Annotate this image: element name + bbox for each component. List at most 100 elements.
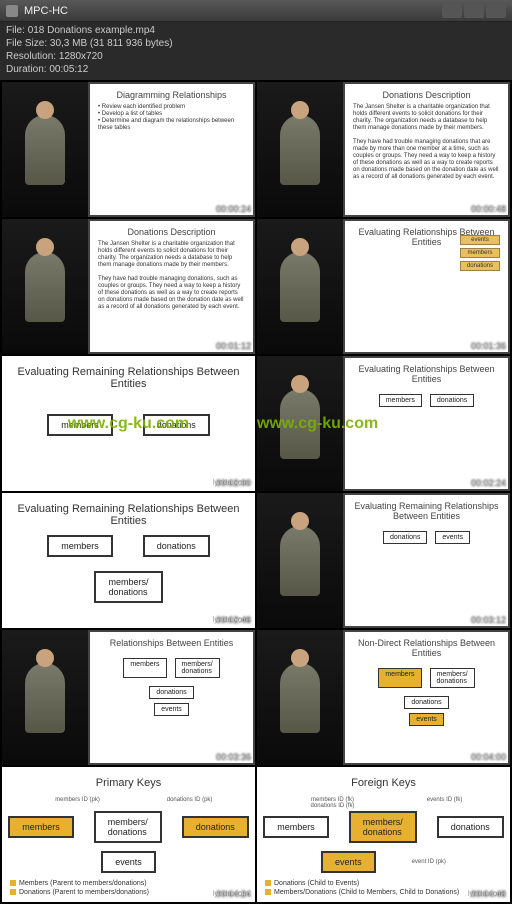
side-entity: events — [460, 235, 500, 245]
file-metadata: File: 018 Donations example.mp4 File Siz… — [0, 22, 512, 80]
entity-box: events — [154, 703, 189, 716]
meta-dur: 00:05:12 — [49, 64, 88, 75]
presenter — [280, 252, 320, 322]
thumbnail[interactable]: Donations Description The Jansen Shelter … — [257, 82, 510, 217]
timestamp: 00:01:36 — [471, 341, 506, 351]
projected-screen: Donations Description The Jansen Shelter … — [343, 82, 510, 217]
presenter — [280, 115, 320, 185]
thumbnail[interactable]: Foreign Keysmembers ID (fk) donations ID… — [257, 767, 510, 902]
screen-title: Donations Description — [353, 90, 500, 100]
entity-box: donations — [149, 686, 193, 699]
entity-box: members/ donations — [175, 658, 220, 678]
app-title: MPC-HC — [24, 5, 442, 17]
lecture-shot: Evaluating Remaining Relationships Betwe… — [257, 493, 510, 628]
thumbnail[interactable]: Non-Direct Relationships Between Entitie… — [257, 630, 510, 765]
projected-screen: Donations Description The Jansen Shelter … — [88, 219, 255, 354]
side-entity: donations — [460, 261, 500, 271]
screen-title: Evaluating Remaining Relationships Betwe… — [353, 501, 500, 521]
presenter — [25, 663, 65, 733]
thumbnail[interactable]: Evaluating Remaining Relationships Betwe… — [2, 356, 255, 491]
slide: Evaluating Remaining Relationships Betwe… — [2, 493, 255, 628]
timestamp: 00:00:48 — [471, 204, 506, 214]
presenter — [25, 115, 65, 185]
screen-title: Diagramming Relationships — [98, 90, 245, 100]
thumbnail[interactable]: Evaluating Relationships Between Entitie… — [257, 219, 510, 354]
screen-title: Relationships Between Entities — [98, 638, 245, 648]
meta-file: 018 Donations example.mp4 — [28, 25, 155, 36]
thumbnail-grid: Diagramming Relationships • Review each i… — [0, 80, 512, 904]
timestamp: 00:01:12 — [216, 341, 251, 351]
screen-body: The Jansen Shelter is a charitable organ… — [98, 241, 245, 311]
timestamp: 00:03:36 — [216, 752, 251, 762]
entity-box: members — [47, 535, 113, 557]
thumbnail[interactable]: Evaluating Relationships Between Entitie… — [257, 356, 510, 491]
presenter — [280, 663, 320, 733]
presenter — [280, 526, 320, 596]
lecture-shot: Evaluating Relationships Between Entitie… — [257, 219, 510, 354]
entity-box: members/ donations — [349, 811, 417, 843]
projected-screen: Relationships Between Entitiesmembersmem… — [88, 630, 255, 765]
watermark: www.cg-ku.com — [68, 415, 189, 433]
meta-dur-label: Duration: — [6, 64, 47, 75]
slide: Primary Keysmembers ID (pk)donations ID … — [2, 767, 255, 902]
screen-title: Non-Direct Relationships Between Entitie… — [353, 638, 500, 658]
meta-res-label: Resolution: — [6, 51, 56, 62]
timestamp: 00:02:48 — [216, 615, 251, 625]
timestamp: 00:00:24 — [216, 204, 251, 214]
thumbnail[interactable]: Evaluating Remaining Relationships Betwe… — [2, 493, 255, 628]
entity-box: donations — [182, 816, 249, 838]
entity-box: donations — [437, 816, 504, 838]
titlebar: MPC-HC — [0, 0, 512, 22]
watermark: www.cg-ku.com — [257, 415, 378, 433]
thumbnail[interactable]: Primary Keysmembers ID (pk)donations ID … — [2, 767, 255, 902]
projected-screen: Non-Direct Relationships Between Entitie… — [343, 630, 510, 765]
entity-box: donations — [383, 531, 427, 544]
entity-box: members — [379, 394, 422, 407]
projected-screen: Evaluating Remaining Relationships Betwe… — [343, 493, 510, 628]
meta-size-label: File Size: — [6, 38, 47, 49]
thumbnail[interactable]: Donations Description The Jansen Shelter … — [2, 219, 255, 354]
screen-title: Donations Description — [98, 227, 245, 237]
lecture-shot: Donations Description The Jansen Shelter … — [257, 82, 510, 217]
thumbnail[interactable]: Evaluating Remaining Relationships Betwe… — [257, 493, 510, 628]
projected-screen: Diagramming Relationships • Review each i… — [88, 82, 255, 217]
entity-box: events — [409, 713, 444, 726]
slide-title: Evaluating Remaining Relationships Betwe… — [10, 366, 247, 390]
lecture-shot: Diagramming Relationships • Review each i… — [2, 82, 255, 217]
slide-title: Primary Keys — [10, 777, 247, 789]
legend: Donations (Child to Events)Members/Donat… — [265, 879, 502, 897]
timestamp: 00:02:24 — [471, 478, 506, 488]
entity-box: donations — [143, 535, 210, 557]
screen-body: • Review each identified problem • Devel… — [98, 104, 245, 132]
lecture-shot: Relationships Between Entitiesmembersmem… — [2, 630, 255, 765]
slide: Foreign Keysmembers ID (fk) donations ID… — [257, 767, 510, 902]
timestamp: 00:02:00 — [216, 478, 251, 488]
close-button[interactable] — [486, 4, 506, 18]
entity-box: donations — [404, 696, 448, 709]
window-controls — [442, 4, 506, 18]
thumbnail[interactable]: Relationships Between Entitiesmembersmem… — [2, 630, 255, 765]
entity-box: members — [378, 668, 421, 688]
timestamp: 00:04:00 — [471, 752, 506, 762]
timestamp: 00:03:12 — [471, 615, 506, 625]
thumbnail[interactable]: Diagramming Relationships • Review each i… — [2, 82, 255, 217]
slide: Evaluating Remaining Relationships Betwe… — [2, 356, 255, 491]
lecture-shot: Non-Direct Relationships Between Entitie… — [257, 630, 510, 765]
screen-title: Evaluating Relationships Between Entitie… — [353, 364, 500, 384]
side-entity: members — [460, 248, 500, 258]
junction-box: members/ donations — [94, 571, 162, 603]
maximize-button[interactable] — [464, 4, 484, 18]
meta-size: 30,3 MB (31 811 936 bytes) — [50, 38, 173, 49]
screen-body: The Jansen Shelter is a charitable organ… — [353, 104, 500, 181]
legend: Members (Parent to members/donations)Don… — [10, 879, 247, 897]
app-icon — [6, 5, 18, 17]
entity-box: events — [435, 531, 470, 544]
minimize-button[interactable] — [442, 4, 462, 18]
slide-title: Foreign Keys — [265, 777, 502, 789]
presenter — [25, 252, 65, 322]
meta-file-label: File: — [6, 25, 25, 36]
slide-title: Evaluating Remaining Relationships Betwe… — [10, 503, 247, 527]
lecture-shot: Donations Description The Jansen Shelter … — [2, 219, 255, 354]
entity-box: members/ donations — [430, 668, 475, 688]
entity-box: events — [101, 851, 156, 873]
